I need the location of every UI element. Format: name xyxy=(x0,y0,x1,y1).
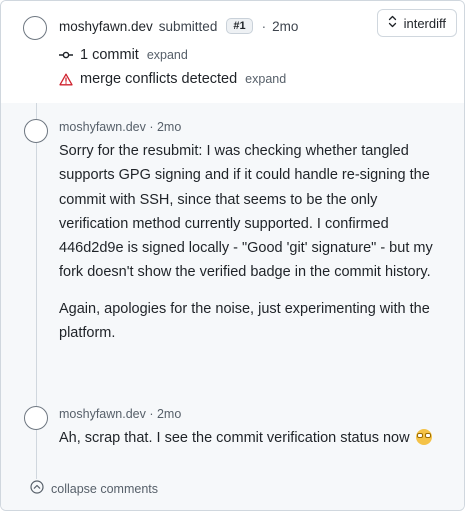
comment-meta: moshyfawn.dev · 2mo xyxy=(59,120,182,134)
commits-expand-link[interactable]: expand xyxy=(147,48,188,62)
comment-body: Sorry for the resubmit: I was checking w… xyxy=(59,139,449,345)
comment-text: Ah, scrap that. I see the commit verific… xyxy=(59,430,410,446)
git-commit-icon xyxy=(59,50,73,60)
round-badge[interactable]: #1 xyxy=(226,18,253,34)
round-header: moshyfawn.dev submitted #1 · 2mo interdi… xyxy=(1,1,464,103)
commit-count: 1 commit xyxy=(80,47,139,63)
comment-body: Ah, scrap that. I see the commit verific… xyxy=(59,426,449,450)
merge-conflicts-text: merge conflicts detected xyxy=(80,71,238,87)
comment-meta: moshyfawn.dev · 2mo xyxy=(59,407,182,421)
comment-avatar[interactable] xyxy=(24,119,48,143)
chevron-up-circle-icon xyxy=(30,480,44,497)
conflicts-row: merge conflicts detected expand xyxy=(59,71,286,87)
commits-row: 1 commit expand xyxy=(59,47,188,63)
comment-paragraph: Sorry for the resubmit: I was checking w… xyxy=(59,143,433,281)
comment-paragraph: Ah, scrap that. I see the commit verific… xyxy=(59,426,449,450)
avatar[interactable] xyxy=(23,16,47,40)
comments-panel: moshyfawn.dev · 2mo Sorry for the resubm… xyxy=(1,103,464,510)
comment-avatar[interactable] xyxy=(24,406,48,430)
interdiff-label: interdiff xyxy=(403,15,446,31)
separator-dot: · xyxy=(261,18,267,34)
pull-round-card: moshyfawn.dev submitted #1 · 2mo interdi… xyxy=(0,0,465,511)
collapse-comments-label: collapse comments xyxy=(51,481,158,496)
timestamp: 2mo xyxy=(272,18,299,34)
conflicts-expand-link[interactable]: expand xyxy=(245,72,286,86)
comment-paragraph: Again, apologies for the noise, just exp… xyxy=(59,300,430,342)
warning-triangle-icon xyxy=(59,73,73,86)
face-with-open-mouth-emoji-icon xyxy=(415,429,432,445)
author-link[interactable]: moshyfawn.dev xyxy=(59,19,153,34)
collapse-comments-button[interactable]: collapse comments xyxy=(30,480,158,497)
interdiff-button[interactable]: interdiff xyxy=(376,9,457,37)
submission-line: moshyfawn.dev submitted #1 · 2mo xyxy=(59,18,298,34)
chevron-up-down-icon xyxy=(388,15,397,31)
action-text: submitted xyxy=(158,18,218,34)
